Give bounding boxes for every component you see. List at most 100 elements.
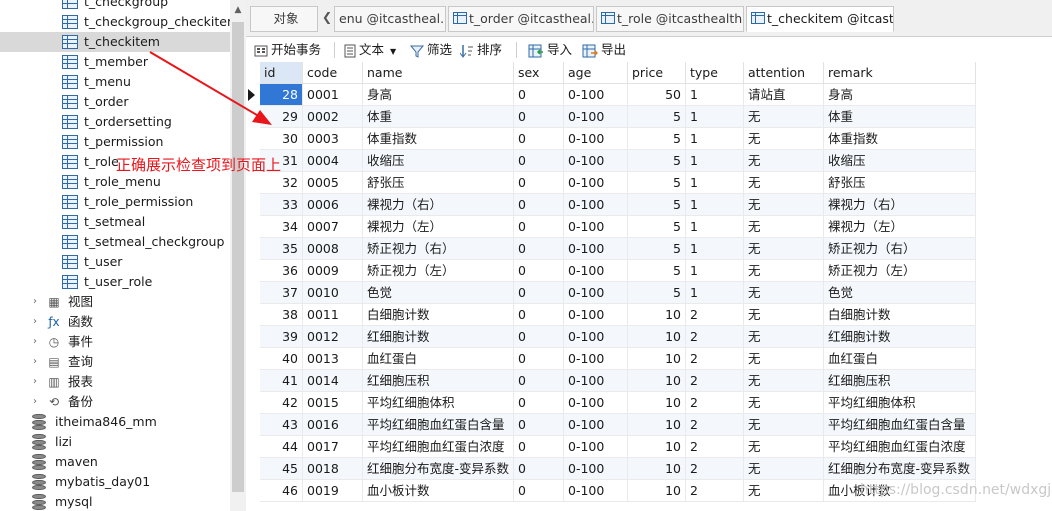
cell-age[interactable]: 0-100 [564,260,628,282]
cell-attention[interactable]: 无 [744,172,824,194]
sidebar-database-lizi[interactable]: lizi [0,432,230,452]
cell-code[interactable]: 0003 [303,128,363,150]
sidebar-group-query[interactable]: › ▤ 查询 [0,352,230,372]
sidebar-table-t-user-role[interactable]: t_user_role [0,272,230,292]
table-row[interactable]: 37 0010 色觉 0 0-100 5 1 无色觉 [246,282,1052,304]
table-row[interactable]: 45 0018 红细胞分布宽度-变异系数 0 0-100 10 2 无红细胞分布宽度-变异系数 [246,458,1052,480]
cell-type[interactable]: 2 [686,348,744,370]
cell-remark[interactable]: 裸视力（右） [824,194,976,216]
cell-age[interactable]: 0-100 [564,106,628,128]
cell-type[interactable]: 2 [686,304,744,326]
cell-type[interactable]: 2 [686,480,744,502]
cell-code[interactable]: 0009 [303,260,363,282]
cell-sex[interactable]: 0 [514,128,564,150]
sidebar-table-t-member[interactable]: t_member [0,52,230,72]
cell-code[interactable]: 0012 [303,326,363,348]
cell-attention[interactable]: 无 [744,128,824,150]
cell-name[interactable]: 血红蛋白 [363,348,514,370]
cell-attention[interactable]: 无 [744,436,824,458]
cell-age[interactable]: 0-100 [564,150,628,172]
cell-sex[interactable]: 0 [514,172,564,194]
cell-name[interactable]: 收缩压 [363,150,514,172]
column-header-sex[interactable]: sex [514,62,564,84]
cell-remark[interactable]: 裸视力（左） [824,216,976,238]
cell-id[interactable]: 46 [260,480,303,502]
sidebar-group-report[interactable]: › ▥ 报表 [0,372,230,392]
sidebar-table-t-permission[interactable]: t_permission [0,132,230,152]
cell-remark[interactable]: 矫正视力（右） [824,238,976,260]
sidebar-database-itheima846-mm[interactable]: itheima846_mm [0,412,230,432]
sidebar-table-t-setmeal-checkgroup[interactable]: t_setmeal_checkgroup [0,232,230,252]
cell-id[interactable]: 36 [260,260,303,282]
cell-code[interactable]: 0017 [303,436,363,458]
cell-code[interactable]: 0014 [303,370,363,392]
cell-sex[interactable]: 0 [514,260,564,282]
cell-id[interactable]: 43 [260,414,303,436]
cell-sex[interactable]: 0 [514,216,564,238]
table-row[interactable]: 40 0013 血红蛋白 0 0-100 10 2 无血红蛋白 [246,348,1052,370]
cell-code[interactable]: 0015 [303,392,363,414]
text-button[interactable]: 文本 ▼ [344,40,396,60]
cell-id[interactable]: 33 [260,194,303,216]
cell-age[interactable]: 0-100 [564,84,628,106]
cell-id[interactable]: 30 [260,128,303,150]
cell-attention[interactable]: 无 [744,392,824,414]
cell-id[interactable]: 32 [260,172,303,194]
cell-name[interactable]: 矫正视力（左） [363,260,514,282]
cell-type[interactable]: 1 [686,260,744,282]
cell-age[interactable]: 0-100 [564,216,628,238]
cell-attention[interactable]: 无 [744,458,824,480]
sidebar-group-backup[interactable]: › ⟲ 备份 [0,392,230,412]
import-button[interactable]: 导入 [528,40,572,60]
cell-id[interactable]: 34 [260,216,303,238]
table-row[interactable]: 34 0007 裸视力（左） 0 0-100 5 1 无裸视力（左） [246,216,1052,238]
cell-price[interactable]: 10 [628,436,686,458]
cell-name[interactable]: 平均红细胞血红蛋白含量 [363,414,514,436]
cell-remark[interactable]: 平均红细胞体积 [824,392,976,414]
cell-type[interactable]: 1 [686,216,744,238]
scroll-up-arrow-icon[interactable]: ▲ [230,2,246,18]
sort-button[interactable]: 排序 [460,40,502,60]
cell-price[interactable]: 10 [628,480,686,502]
begin-transaction-button[interactable]: 开始事务 [254,40,321,60]
cell-sex[interactable]: 0 [514,392,564,414]
table-row[interactable]: 41 0014 红细胞压积 0 0-100 10 2 无红细胞压积 [246,370,1052,392]
cell-type[interactable]: 1 [686,84,744,106]
chevron-right-icon[interactable]: › [33,372,37,392]
cell-type[interactable]: 1 [686,172,744,194]
cell-attention[interactable]: 无 [744,282,824,304]
cell-name[interactable]: 裸视力（右） [363,194,514,216]
cell-attention[interactable]: 无 [744,150,824,172]
sidebar-table-t-order[interactable]: t_order [0,92,230,112]
cell-sex[interactable]: 0 [514,238,564,260]
cell-age[interactable]: 0-100 [564,326,628,348]
cell-sex[interactable]: 0 [514,370,564,392]
cell-age[interactable]: 0-100 [564,436,628,458]
cell-name[interactable]: 身高 [363,84,514,106]
cell-type[interactable]: 2 [686,458,744,480]
cell-price[interactable]: 5 [628,216,686,238]
cell-sex[interactable]: 0 [514,458,564,480]
cell-remark[interactable]: 色觉 [824,282,976,304]
sidebar-database-mybatis-day01[interactable]: mybatis_day01 [0,472,230,492]
column-header-code[interactable]: code [303,62,363,84]
cell-type[interactable]: 1 [686,150,744,172]
cell-code[interactable]: 0018 [303,458,363,480]
cell-id[interactable]: 29 [260,106,303,128]
cell-age[interactable]: 0-100 [564,414,628,436]
cell-code[interactable]: 0007 [303,216,363,238]
cell-age[interactable]: 0-100 [564,370,628,392]
cell-name[interactable]: 白细胞计数 [363,304,514,326]
cell-age[interactable]: 0-100 [564,458,628,480]
cell-price[interactable]: 5 [628,260,686,282]
cell-age[interactable]: 0-100 [564,282,628,304]
sidebar-table-t-setmeal[interactable]: t_setmeal [0,212,230,232]
cell-code[interactable]: 0006 [303,194,363,216]
cell-sex[interactable]: 0 [514,326,564,348]
cell-age[interactable]: 0-100 [564,392,628,414]
cell-id[interactable]: 38 [260,304,303,326]
tab-t-menu[interactable]: enu @itcastheal... [334,6,446,32]
cell-attention[interactable]: 无 [744,326,824,348]
cell-remark[interactable]: 身高 [824,84,976,106]
cell-code[interactable]: 0019 [303,480,363,502]
